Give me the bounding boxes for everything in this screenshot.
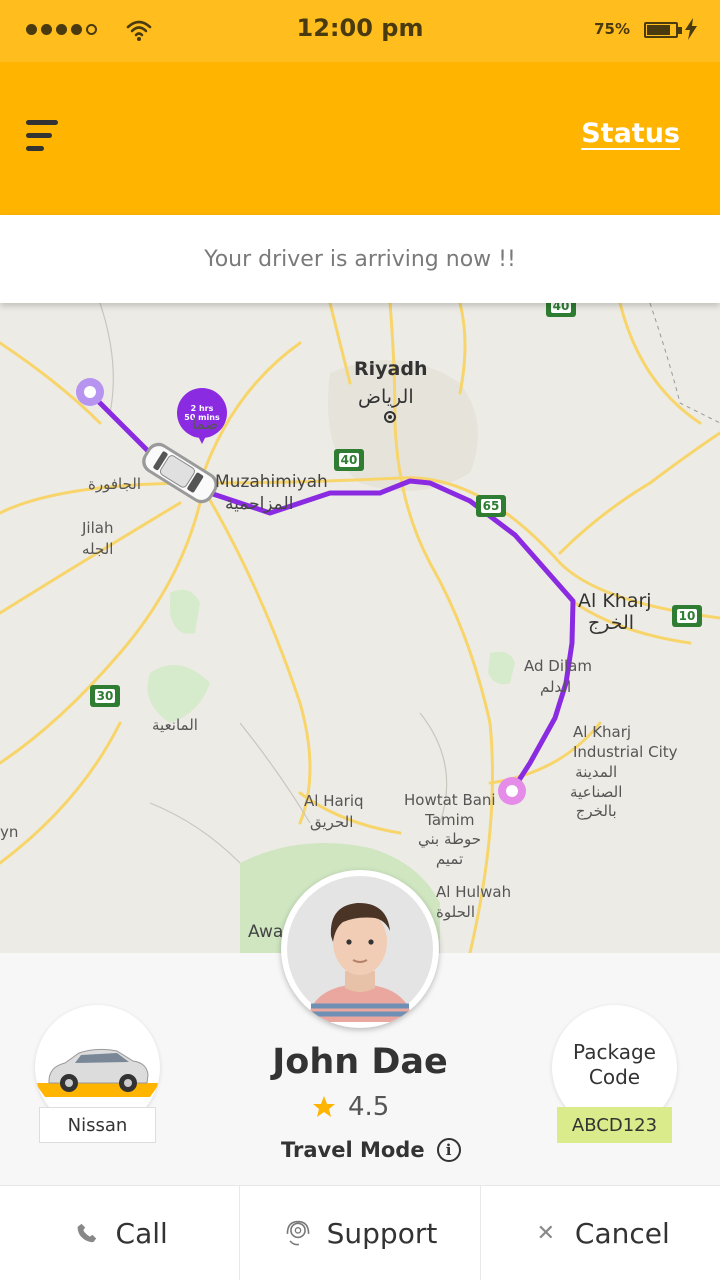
driver-rating: 4.5: [312, 1092, 389, 1122]
action-bar: Call Support ✕ Cancel: [0, 1185, 720, 1280]
map-label: الرياض: [358, 386, 414, 408]
map-label: Jilah: [82, 519, 114, 537]
driver-photo: [287, 876, 433, 1022]
driver-arrival-message: Your driver is arriving now !!: [0, 215, 720, 303]
support-label: Support: [326, 1216, 438, 1250]
status-link[interactable]: Status: [581, 118, 680, 149]
map-label: Al Hulwah: [436, 883, 512, 901]
highway-shield: 65: [476, 495, 506, 517]
call-label: Call: [115, 1216, 168, 1250]
map-label: الحلوة: [436, 903, 475, 921]
info-icon[interactable]: i: [436, 1138, 461, 1162]
rating-value: 4.5: [348, 1092, 390, 1122]
map-label: المزاحمية: [225, 494, 294, 514]
app-header: Status: [0, 62, 720, 215]
cancel-label: Cancel: [574, 1216, 670, 1250]
battery-percentage: 75%: [594, 20, 630, 38]
cancel-button[interactable]: ✕ Cancel: [481, 1186, 720, 1280]
map-label: Al Kharj Industrial City: [573, 723, 678, 761]
call-button[interactable]: Call: [0, 1186, 241, 1280]
map-label: الحريق: [310, 813, 354, 831]
menu-icon[interactable]: [26, 120, 62, 156]
vehicle-model: Nissan: [39, 1107, 156, 1143]
status-bar: 12:00 pm 75%: [0, 0, 720, 62]
support-button[interactable]: Support: [240, 1186, 481, 1280]
map-label: الدلم: [540, 678, 572, 696]
eta-hours: 2 hrs: [190, 404, 214, 413]
travel-mode: Travel Mode i: [281, 1138, 461, 1162]
map-label: Ad Dilam: [524, 657, 592, 675]
map-label: الخرج: [588, 612, 635, 634]
battery-icon: [644, 22, 682, 38]
charging-bolt-icon: [685, 18, 697, 40]
map-label: الجافورة: [88, 475, 142, 493]
map-label: ضما: [192, 415, 218, 433]
route-map[interactable]: 2 hrs 50 mins 40 40 65 10 30 Riyadh الري…: [0, 303, 720, 953]
map-label: Muzahimiyah: [215, 472, 328, 492]
map-label: المدينة الصناعية بالخرج: [570, 763, 623, 820]
highway-shield: 10: [672, 605, 702, 627]
phone-icon: [72, 1218, 102, 1248]
driver-name: John Dae: [272, 1042, 448, 1082]
map-label: المانعية: [152, 716, 198, 734]
map-label: Riyadh: [354, 358, 428, 380]
driver-avatar[interactable]: [281, 870, 439, 1028]
support-headset-icon: [283, 1218, 313, 1248]
map-label: Al Kharj: [578, 590, 652, 612]
highway-shield: 40: [546, 303, 576, 317]
package-code-value: ABCD123: [557, 1107, 672, 1143]
close-icon: ✕: [536, 1220, 556, 1246]
map-label: Awa: [248, 922, 284, 942]
star-icon: [313, 1096, 335, 1117]
map-label: حوطة بني تميم: [418, 830, 481, 868]
map-label: yn: [0, 823, 19, 841]
map-label: Howtat Bani Tamim: [404, 791, 496, 829]
travel-mode-label: Travel Mode: [281, 1138, 425, 1162]
map-label: Al Hariq: [304, 792, 364, 810]
highway-shield: 40: [334, 449, 364, 471]
map-label: الجله: [82, 540, 114, 558]
highway-shield: 30: [90, 685, 120, 707]
